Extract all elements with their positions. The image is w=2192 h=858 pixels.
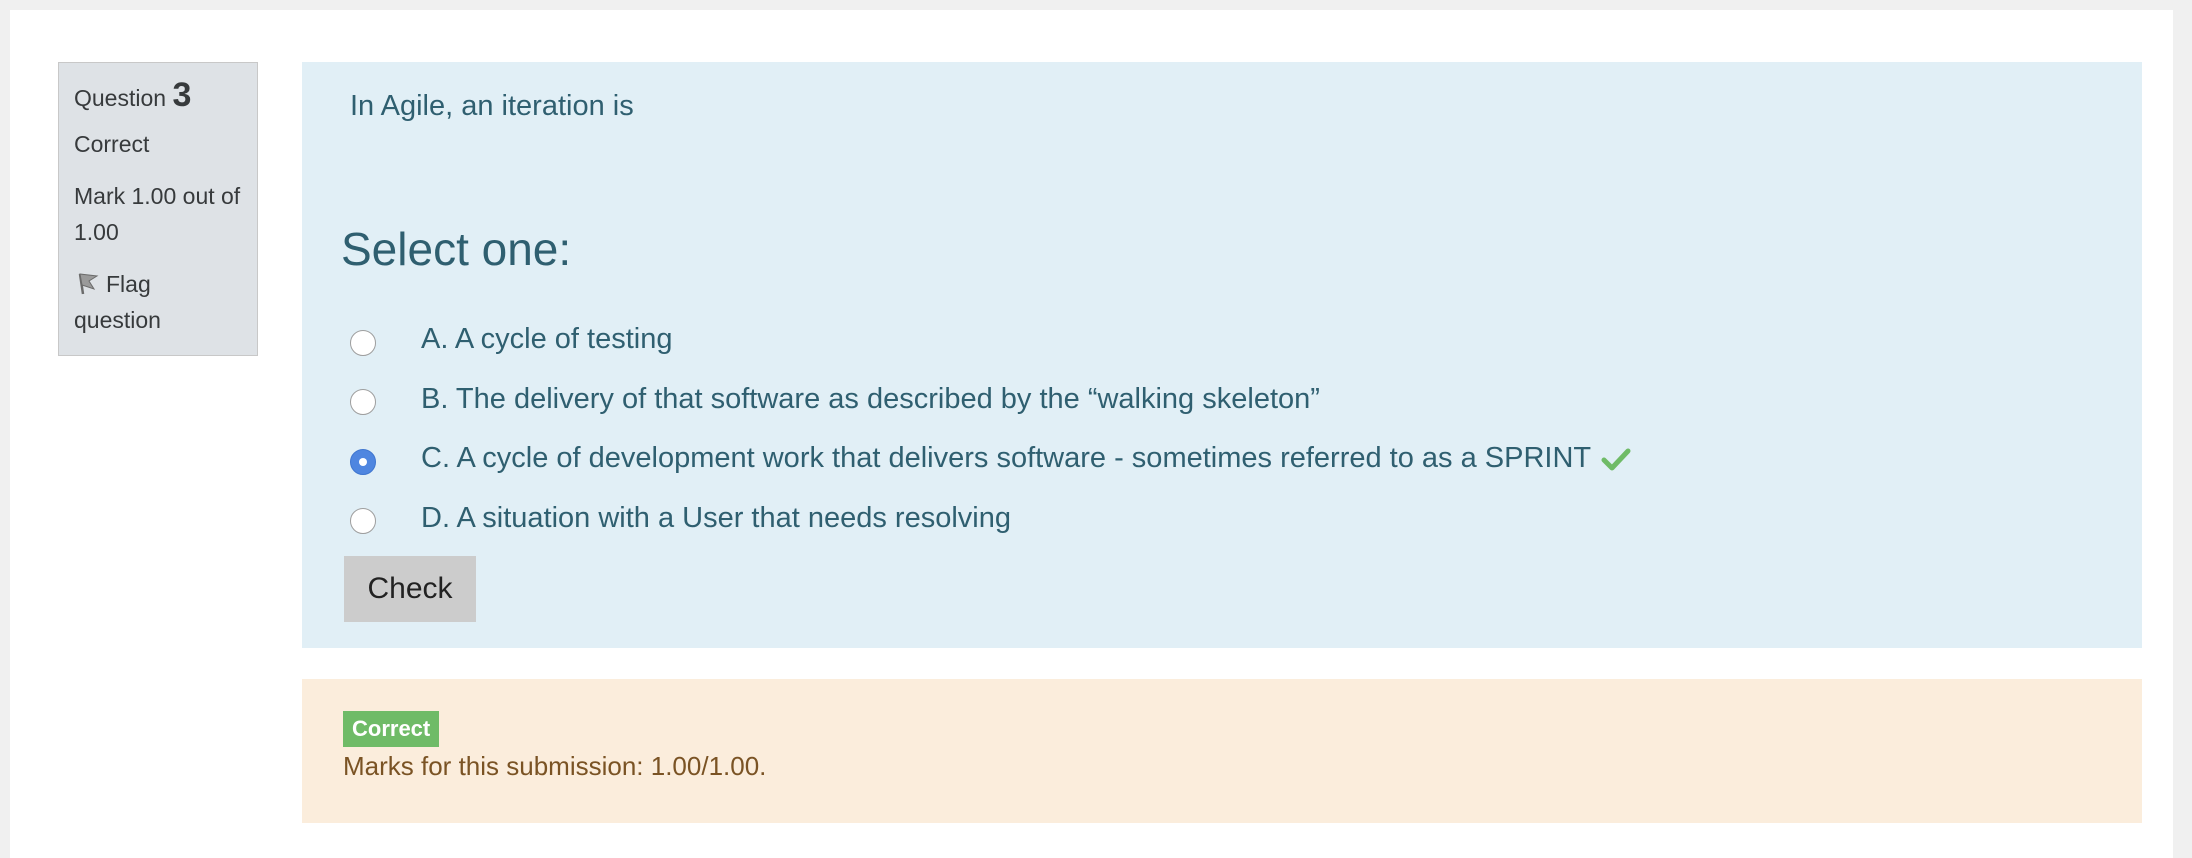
option-label-a: A. A cycle of testing	[421, 323, 673, 356]
question-info-panel: Question 3 Correct Mark 1.00 out of 1.00…	[58, 62, 258, 356]
question-state: Correct	[74, 131, 150, 157]
marks-text: Marks for this submission: 1.00/1.00.	[343, 751, 767, 781]
radio-option-b[interactable]	[350, 389, 376, 416]
option-label-b: B. The delivery of that software as desc…	[421, 382, 1320, 415]
outcome-panel: Correct Marks for this submission: 1.00/…	[302, 679, 2142, 823]
page: Question 3 Correct Mark 1.00 out of 1.00…	[10, 10, 2173, 858]
radio-option-d[interactable]	[350, 508, 376, 535]
check-button[interactable]: Check	[344, 556, 476, 622]
option-label-c: C. A cycle of development work that deli…	[421, 442, 1592, 475]
select-prompt: Select one:	[341, 223, 572, 275]
correct-badge: Correct	[343, 711, 440, 747]
flag-icon	[78, 273, 99, 295]
radio-option-c[interactable]	[350, 448, 376, 475]
question-grade: Mark 1.00 out of 1.00	[74, 183, 241, 245]
check-icon	[1601, 448, 1631, 471]
answer-options: A. A cycle of testing B. The delivery of…	[350, 310, 1631, 548]
question-number: 3	[172, 76, 192, 114]
radio-option-a[interactable]	[350, 329, 376, 356]
question-label: Question	[74, 85, 167, 111]
question-number-line: Question 3	[74, 77, 242, 116]
question-formulation: In Agile, an iteration is Select one: A.…	[302, 62, 2142, 648]
question-text: In Agile, an iteration is	[350, 90, 634, 122]
answer-option-d[interactable]: D. A situation with a User that needs re…	[350, 489, 1631, 549]
option-label-d: D. A situation with a User that needs re…	[421, 501, 1011, 534]
flag-question-link[interactable]: Flag question	[74, 266, 242, 338]
answer-option-c[interactable]: C. A cycle of development work that deli…	[350, 429, 1631, 489]
answer-option-a[interactable]: A. A cycle of testing	[350, 310, 1631, 370]
answer-option-b[interactable]: B. The delivery of that software as desc…	[350, 370, 1631, 430]
